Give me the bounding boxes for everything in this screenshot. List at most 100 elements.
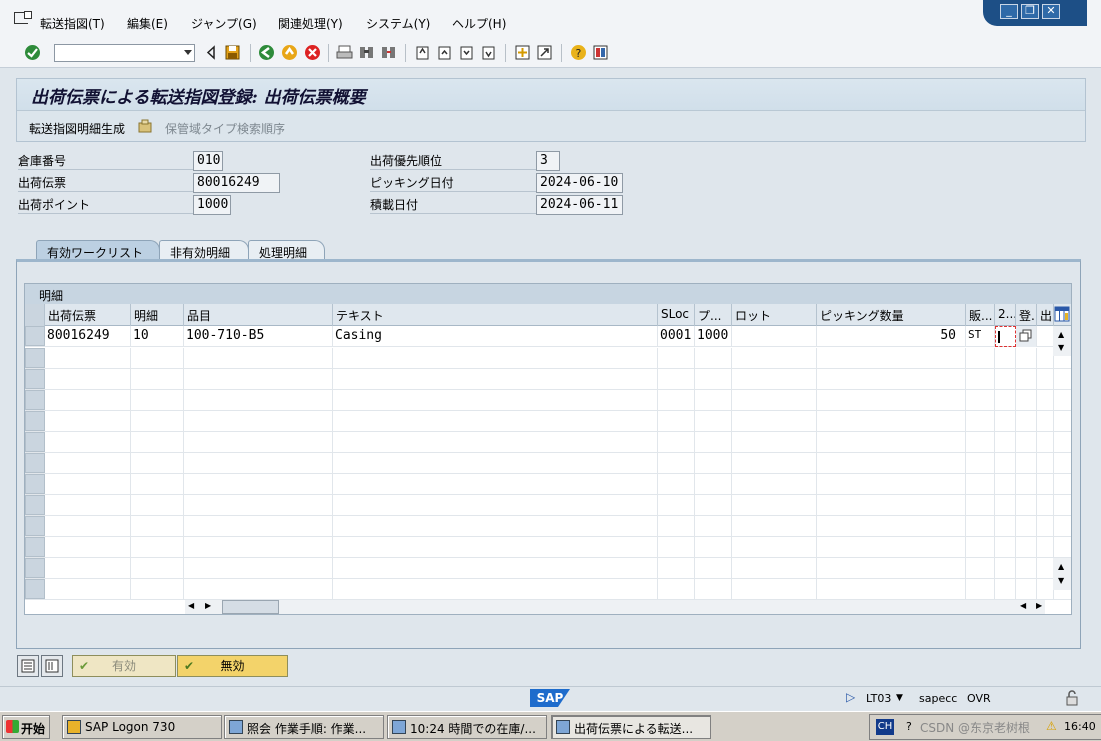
help-icon[interactable]: ? xyxy=(570,44,587,61)
column-header-picking-qty[interactable]: ピッキング数量 xyxy=(817,304,966,326)
scroll-up-icon[interactable]: ▲ xyxy=(1058,562,1064,571)
tab-active-worklist[interactable]: 有効ワークリスト xyxy=(36,240,160,260)
column-header-batch[interactable]: ロット xyxy=(732,304,817,326)
minimize-icon[interactable]: _ xyxy=(1000,4,1018,19)
print-icon[interactable] xyxy=(336,44,353,61)
empty-table-row[interactable] xyxy=(25,558,1071,579)
scroll-right-icon[interactable]: ▶ xyxy=(1036,601,1042,610)
row-selector[interactable] xyxy=(25,390,45,410)
last-page-icon[interactable] xyxy=(480,44,497,61)
empty-table-row[interactable] xyxy=(25,537,1071,558)
scroll-right-icon[interactable]: ▶ xyxy=(205,601,211,610)
scroll-left-icon[interactable]: ◀ xyxy=(188,601,194,610)
new-session-icon[interactable] xyxy=(514,44,531,61)
row-selector[interactable] xyxy=(25,453,45,473)
empty-table-row[interactable] xyxy=(25,474,1071,495)
column-header-material[interactable]: 品目 xyxy=(184,304,333,326)
row-selector[interactable] xyxy=(25,348,45,368)
column-header-sales-unit[interactable]: 販... xyxy=(966,304,995,326)
warehouse-field[interactable]: 010 xyxy=(193,151,223,171)
empty-table-row[interactable] xyxy=(25,432,1071,453)
language-indicator[interactable]: CH xyxy=(876,719,894,735)
empty-table-row[interactable] xyxy=(25,411,1071,432)
start-button[interactable]: 开始 xyxy=(2,715,50,739)
warning-icon[interactable]: ⚠ xyxy=(1046,719,1057,733)
deselect-all-button[interactable] xyxy=(41,655,63,677)
scroll-down-icon[interactable]: ▼ xyxy=(1058,343,1064,352)
command-field[interactable] xyxy=(54,44,195,62)
task-sap-logon[interactable]: SAP Logon 730 xyxy=(62,715,222,739)
row-selector[interactable] xyxy=(25,411,45,431)
table-settings-icon[interactable] xyxy=(1054,306,1070,322)
table-row[interactable]: 80016249 10 100-710-B5 Casing 0001 1000 … xyxy=(25,326,1071,347)
storage-type-icon[interactable] xyxy=(137,118,154,135)
select-all-cell[interactable] xyxy=(25,304,45,326)
task-delivery-transfer[interactable]: 出荷伝票による転送... xyxy=(551,715,711,739)
scroll-up-icon[interactable]: ▲ xyxy=(1058,330,1064,339)
menu-system[interactable]: システム(Y) xyxy=(366,15,430,32)
exit-icon[interactable] xyxy=(281,44,298,61)
storage-type-search-button[interactable]: 保管域タイプ検索順序 xyxy=(165,120,285,137)
cell-col2-input[interactable] xyxy=(995,326,1016,347)
horizontal-scrollbar[interactable]: ◀ ▶ ◀ ▶ xyxy=(185,600,1045,614)
row-selector[interactable] xyxy=(25,432,45,452)
system-menu-icon[interactable] xyxy=(14,11,32,24)
help-icon[interactable]: ? xyxy=(906,720,912,733)
row-selector[interactable] xyxy=(25,537,45,557)
tab-processed-items[interactable]: 処理明細 xyxy=(248,240,325,260)
cell-reg-checkbox[interactable] xyxy=(1016,326,1037,347)
menu-help[interactable]: ヘルプ(H) xyxy=(452,15,506,32)
column-header-item[interactable]: 明細 xyxy=(131,304,184,326)
column-header-out[interactable]: 出... xyxy=(1037,304,1054,326)
select-all-button[interactable] xyxy=(17,655,39,677)
prev-page-icon[interactable] xyxy=(436,44,453,61)
scroll-down-icon[interactable]: ▼ xyxy=(1058,576,1064,585)
task-stock-time[interactable]: 10:24 時間での在庫/... xyxy=(387,715,547,739)
empty-table-row[interactable] xyxy=(25,348,1071,369)
row-selector[interactable] xyxy=(25,326,45,346)
empty-table-row[interactable] xyxy=(25,516,1071,537)
menu-jump[interactable]: ジャンプ(G) xyxy=(191,15,257,32)
enter-check-icon[interactable] xyxy=(24,44,41,61)
picking-date-field[interactable]: 2024-06-10 xyxy=(536,173,623,193)
deactivate-button[interactable]: ✔ 無効 xyxy=(177,655,288,677)
generate-to-items-button[interactable]: 転送指図明細生成 xyxy=(29,120,125,137)
column-header-delivery[interactable]: 出荷伝票 xyxy=(45,304,131,326)
close-icon[interactable]: ✕ xyxy=(1042,4,1060,19)
shipping-point-field[interactable]: 1000 xyxy=(193,195,231,215)
back-icon[interactable] xyxy=(258,44,275,61)
first-page-icon[interactable] xyxy=(414,44,431,61)
insert-mode[interactable]: OVR xyxy=(967,692,991,705)
row-selector[interactable] xyxy=(25,495,45,515)
scroll-thumb[interactable] xyxy=(222,600,279,614)
delivery-field[interactable]: 80016249 xyxy=(193,173,280,193)
row-selector[interactable] xyxy=(25,579,45,599)
status-play-icon[interactable]: ▷ xyxy=(846,690,855,704)
priority-field[interactable]: 3 xyxy=(536,151,560,171)
chevron-down-icon[interactable] xyxy=(184,50,192,55)
restore-icon[interactable]: ❐ xyxy=(1021,4,1039,19)
chevron-down-icon[interactable]: ▼ xyxy=(896,693,903,703)
menu-edit[interactable]: 編集(E) xyxy=(127,15,168,32)
empty-table-row[interactable] xyxy=(25,390,1071,411)
column-header-plant[interactable]: プ... xyxy=(695,304,732,326)
next-page-icon[interactable] xyxy=(458,44,475,61)
back-arrow-icon[interactable] xyxy=(203,44,220,61)
activate-button[interactable]: ✔ 有効 xyxy=(72,655,176,677)
empty-table-row[interactable] xyxy=(25,453,1071,474)
column-header-reg[interactable]: 登... xyxy=(1016,304,1037,326)
find-next-icon[interactable] xyxy=(380,44,397,61)
row-selector[interactable] xyxy=(25,474,45,494)
find-icon[interactable] xyxy=(358,44,375,61)
empty-table-row[interactable] xyxy=(25,579,1071,600)
shortcut-icon[interactable] xyxy=(536,44,553,61)
tab-inactive-items[interactable]: 非有効明細 xyxy=(159,240,249,260)
menu-related[interactable]: 関連処理(Y) xyxy=(278,15,343,32)
cancel-icon[interactable] xyxy=(304,44,321,61)
empty-table-row[interactable] xyxy=(25,369,1071,390)
row-selector[interactable] xyxy=(25,516,45,536)
menu-transfer-order[interactable]: 転送指図(T) xyxy=(40,15,105,32)
task-work-procedure[interactable]: 照会 作業手順: 作業... xyxy=(224,715,384,739)
layout-menu-icon[interactable] xyxy=(592,44,609,61)
column-header-col2[interactable]: 2... xyxy=(995,304,1016,326)
